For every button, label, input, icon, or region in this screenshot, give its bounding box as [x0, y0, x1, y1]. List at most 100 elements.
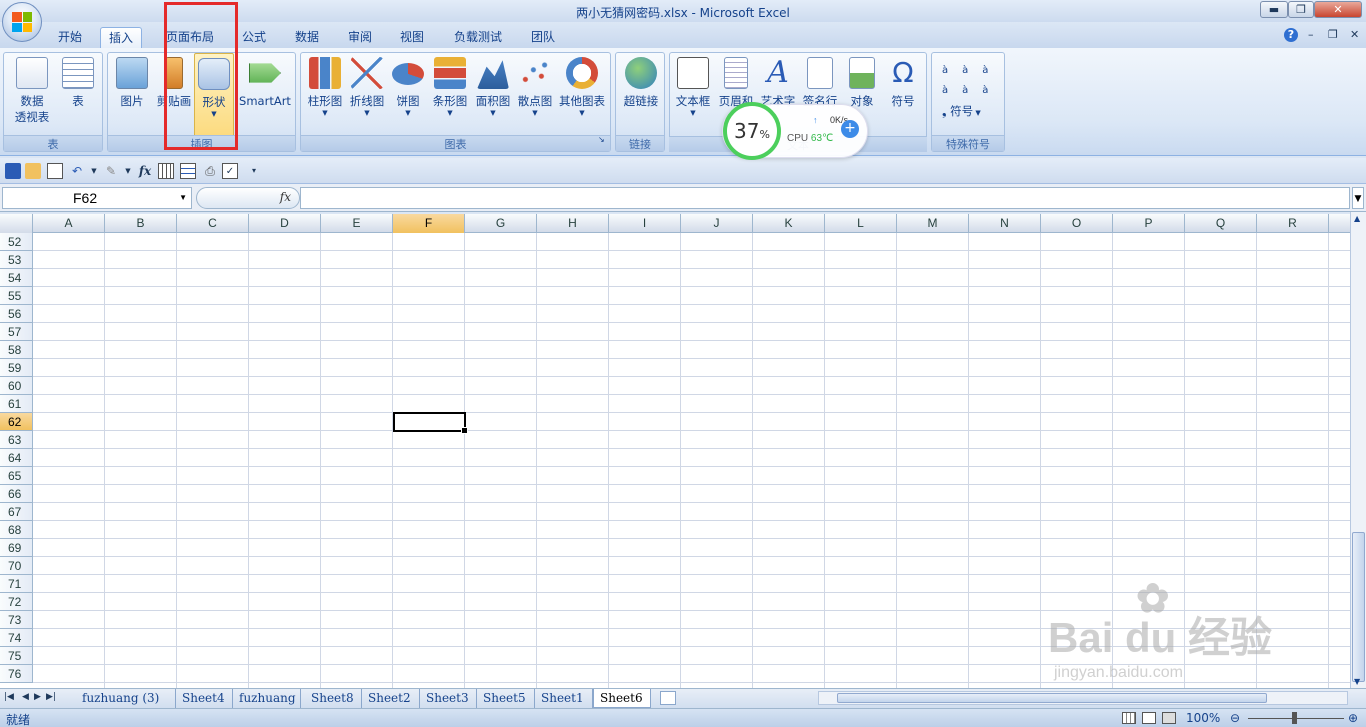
ribbon-close-button[interactable]: ✕ — [1350, 28, 1359, 41]
row-header-68[interactable]: 68 — [0, 521, 33, 539]
chevron-down-icon[interactable]: ▼ — [120, 163, 136, 179]
active-cell-f62[interactable] — [393, 412, 468, 434]
column-header-j[interactable]: J — [681, 214, 753, 233]
print-icon[interactable] — [47, 163, 63, 179]
insert-sheet-icon[interactable] — [660, 691, 676, 705]
row-header-75[interactable]: 75 — [0, 647, 33, 665]
special-char[interactable]: à — [982, 65, 1002, 76]
row-header-60[interactable]: 60 — [0, 377, 33, 395]
vertical-scrollbar[interactable]: ▲ ▼ — [1350, 212, 1366, 688]
column-header-m[interactable]: M — [897, 214, 969, 233]
restore-button[interactable]: ❐ — [1288, 1, 1314, 18]
column-header-k[interactable]: K — [753, 214, 825, 233]
column-header-o[interactable]: O — [1041, 214, 1113, 233]
special-char[interactable]: à — [942, 65, 962, 76]
column-header-e[interactable]: E — [321, 214, 393, 233]
scatter-chart-button[interactable]: 散点图 ▼ — [514, 57, 556, 117]
zoom-slider-thumb[interactable] — [1292, 712, 1297, 724]
tab-insert[interactable]: 插入 — [100, 27, 143, 48]
format-painter-icon[interactable]: ✎ — [103, 163, 119, 179]
sheet-tab[interactable]: Sheet5 — [477, 689, 535, 708]
sheet-tab[interactable]: Sheet6 — [593, 689, 651, 708]
sheet-tab[interactable]: Sheet8 — [305, 689, 362, 708]
formula-input[interactable] — [300, 187, 1350, 209]
row-header-63[interactable]: 63 — [0, 431, 33, 449]
normal-view-icon[interactable] — [1122, 712, 1136, 724]
special-char[interactable]: à — [982, 85, 1002, 96]
office-button[interactable] — [2, 2, 42, 42]
row-header-57[interactable]: 57 — [0, 323, 33, 341]
row-header-56[interactable]: 56 — [0, 305, 33, 323]
next-sheet-icon[interactable]: ▶ — [34, 692, 41, 702]
chevron-down-icon[interactable]: ▼ — [179, 188, 187, 208]
name-box[interactable]: F62 ▼ — [2, 187, 192, 209]
grid-icon[interactable] — [158, 163, 174, 179]
row-header-67[interactable]: 67 — [0, 503, 33, 521]
row-header-54[interactable]: 54 — [0, 269, 33, 287]
row-header-55[interactable]: 55 — [0, 287, 33, 305]
customize-toolbar-icon[interactable]: ▾ — [246, 163, 262, 179]
row-header-73[interactable]: 73 — [0, 611, 33, 629]
add-icon[interactable]: + — [841, 120, 859, 138]
table-button[interactable]: 表 — [58, 57, 98, 109]
chevron-down-icon[interactable]: ▼ — [86, 163, 102, 179]
sheet-tab[interactable]: fuzhuang — [233, 689, 301, 708]
hyperlink-button[interactable]: 超链接 — [619, 57, 663, 109]
tab-team[interactable]: 团队 — [523, 27, 563, 48]
column-header-b[interactable]: B — [105, 214, 177, 233]
area-chart-button[interactable]: 面积图 ▼ — [472, 57, 514, 117]
undo-icon[interactable]: ↶ — [69, 163, 85, 179]
signature-line-button[interactable]: 签名行 — [798, 57, 842, 109]
special-char[interactable]: à — [942, 85, 962, 96]
wordart-button[interactable]: A 艺术字 — [758, 57, 798, 109]
column-chart-button[interactable]: 柱形图 ▼ — [304, 57, 346, 117]
spellcheck-icon[interactable]: ✓ — [222, 163, 238, 179]
close-button[interactable]: ✕ — [1314, 1, 1362, 18]
column-header-r[interactable]: R — [1257, 214, 1329, 233]
tab-home[interactable]: 开始 — [50, 27, 90, 48]
row-header-58[interactable]: 58 — [0, 341, 33, 359]
column-header-i[interactable]: I — [609, 214, 681, 233]
insert-function-icon[interactable]: fx — [280, 190, 291, 204]
open-icon[interactable] — [25, 163, 41, 179]
help-icon[interactable]: ? — [1284, 28, 1298, 42]
row-header-64[interactable]: 64 — [0, 449, 33, 467]
smartart-button[interactable]: SmartArt — [238, 57, 292, 109]
column-header-a[interactable]: A — [33, 214, 105, 233]
zoom-out-icon[interactable]: ⊖ — [1230, 711, 1240, 725]
row-header-71[interactable]: 71 — [0, 575, 33, 593]
last-sheet-icon[interactable]: ▶| — [46, 692, 56, 702]
formula-bar-expand-icon[interactable]: ▼ — [1352, 187, 1364, 209]
first-sheet-icon[interactable]: |◀ — [4, 692, 14, 702]
tab-view[interactable]: 视图 — [392, 27, 432, 48]
minimize-button[interactable]: ▬ — [1260, 1, 1288, 18]
zoom-level[interactable]: 100% — [1186, 711, 1220, 725]
picture-button[interactable]: 图片 — [114, 57, 150, 109]
scroll-up-icon[interactable]: ▲ — [1354, 214, 1360, 223]
row-header-69[interactable]: 69 — [0, 539, 33, 557]
ribbon-minimize-button[interactable]: – — [1308, 28, 1314, 41]
page-layout-view-icon[interactable] — [1142, 712, 1156, 724]
row-header-61[interactable]: 61 — [0, 395, 33, 413]
symbol-dropdown-button[interactable]: ❟ 符号 ▼ — [942, 103, 981, 119]
print-preview-icon[interactable]: ⎙ — [202, 163, 218, 179]
object-button[interactable]: 对象 — [842, 57, 882, 109]
column-header-n[interactable]: N — [969, 214, 1041, 233]
text-box-button[interactable]: 文本框 ▼ — [672, 57, 714, 117]
column-header-f[interactable]: F — [393, 214, 465, 233]
zoom-in-icon[interactable]: ⊕ — [1348, 711, 1358, 725]
special-char[interactable]: à — [962, 85, 982, 96]
row-header-66[interactable]: 66 — [0, 485, 33, 503]
dialog-launcher-icon[interactable]: ↘ — [598, 135, 605, 144]
row-header-70[interactable]: 70 — [0, 557, 33, 575]
select-all-corner[interactable] — [0, 214, 33, 233]
column-header-l[interactable]: L — [825, 214, 897, 233]
sheet-tab[interactable]: Sheet2 — [362, 689, 420, 708]
vertical-scroll-thumb[interactable] — [1352, 532, 1365, 682]
line-chart-button[interactable]: 折线图 ▼ — [346, 57, 388, 117]
ribbon-restore-button[interactable]: ❐ — [1328, 28, 1338, 41]
sheet-tab[interactable]: fuzhuang (3) — [76, 689, 176, 708]
column-header-c[interactable]: C — [177, 214, 249, 233]
row-header-52[interactable]: 52 — [0, 233, 33, 251]
row-header-76[interactable]: 76 — [0, 665, 33, 683]
